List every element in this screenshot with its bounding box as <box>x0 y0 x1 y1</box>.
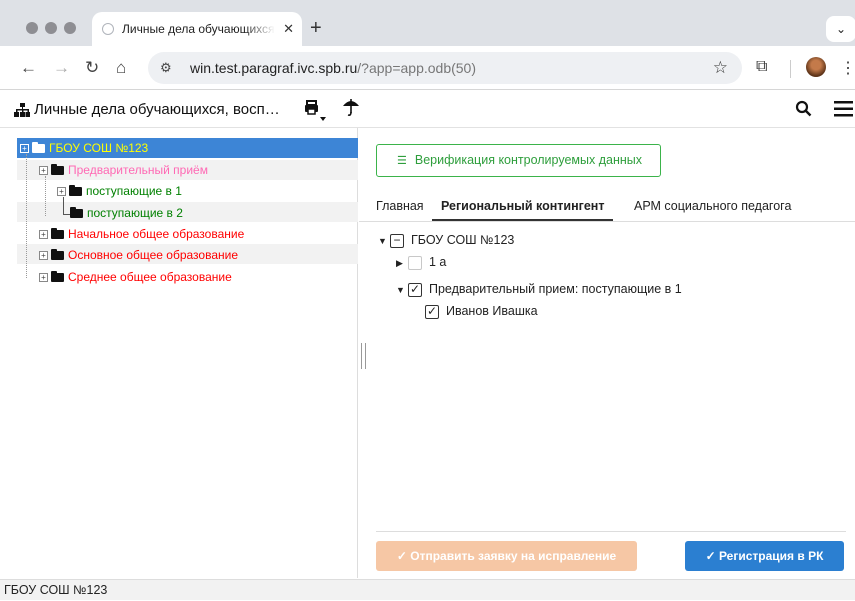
umbrella-icon[interactable] <box>342 98 360 118</box>
folder-icon <box>51 228 64 240</box>
caret-right-icon[interactable]: ▶ <box>396 253 408 273</box>
expand-icon[interactable]: + <box>57 187 66 197</box>
node-label: Предварительный прием: поступающие в 1 <box>429 282 682 296</box>
checked-checkbox[interactable]: ✓ <box>425 304 439 319</box>
profile-avatar[interactable] <box>806 57 826 77</box>
address-bar[interactable]: ⚙ win.test.paragraf.ivc.spb.ru/?app=app.… <box>148 52 742 84</box>
folder-icon <box>69 185 82 197</box>
tab-regional-contingent[interactable]: Региональный контингент <box>432 199 614 221</box>
register-in-rk-button[interactable]: ✓ Регистрация в РК <box>685 541 844 571</box>
tree-item-basic[interactable]: + Основное общее образование <box>39 245 238 265</box>
status-bar: ГБОУ СОШ №123 <box>0 579 855 600</box>
url-text: win.test.paragraf.ivc.spb.ru/?app=app.od… <box>190 60 477 76</box>
content-panel: ☰ Верификация контролируемых данных Главн… <box>359 128 855 578</box>
checked-checkbox[interactable]: ✓ <box>408 282 422 297</box>
bookmark-star-icon[interactable]: ☆ <box>713 58 728 78</box>
caret-down-icon[interactable]: ▼ <box>378 231 390 251</box>
send-correction-request-button[interactable]: ✓ Отправить заявку на исправление <box>376 541 637 571</box>
tree-item-entrants-2[interactable]: поступающие в 2 <box>70 203 183 223</box>
expand-icon[interactable]: + <box>20 144 29 154</box>
node-label: Иванов Ивашка <box>446 304 538 318</box>
folder-icon <box>70 207 83 219</box>
divider <box>376 531 846 532</box>
close-tab-icon[interactable]: ✕ <box>283 21 294 37</box>
folder-icon <box>51 249 64 261</box>
print-icon[interactable] <box>304 100 328 124</box>
expand-icon[interactable]: + <box>39 273 48 283</box>
tree-item-pre-admission[interactable]: + Предварительный приём <box>39 160 208 180</box>
tree-item-label: Предварительный приём <box>68 163 208 177</box>
browser-chrome: Личные дела обучающихся, в ✕ + ⌄ ← → ↻ ⌂… <box>0 0 855 90</box>
globe-icon <box>102 23 114 35</box>
tab-search-button[interactable]: ⌄ <box>826 16 855 42</box>
tree-item-label: ГБОУ СОШ №123 <box>49 141 149 155</box>
expand-icon[interactable]: + <box>39 230 48 240</box>
expand-icon[interactable]: + <box>39 251 48 261</box>
browser-tab[interactable]: Личные дела обучающихся, в ✕ <box>92 12 302 46</box>
empty-checkbox[interactable] <box>408 255 422 270</box>
org-tree-panel: + ГБОУ СОШ №123 + Предварительный приём + п… <box>0 128 358 578</box>
browser-toolbar: ← → ↻ ⌂ ⚙ win.test.paragraf.ivc.spb.ru/?… <box>0 46 855 90</box>
browser-menu-icon[interactable]: ⋮ <box>840 58 855 78</box>
tab-main[interactable]: Главная <box>376 199 424 213</box>
close-window-button[interactable] <box>26 22 38 34</box>
expand-icon[interactable]: + <box>39 166 48 176</box>
tab-social-pedagogue[interactable]: АРМ социального педагога <box>634 199 791 213</box>
home-icon[interactable]: ⌂ <box>116 58 126 78</box>
site-settings-icon[interactable]: ⚙ <box>160 60 180 76</box>
folder-icon <box>51 164 64 176</box>
tree-item-school[interactable]: + ГБОУ СОШ №123 <box>20 138 148 158</box>
partial-checkbox[interactable]: − <box>390 233 404 248</box>
node-label: 1 а <box>429 255 447 269</box>
extensions-icon[interactable]: ⧉ <box>756 58 767 76</box>
tree-item-entrants-1[interactable]: + поступающие в 1 <box>57 181 182 201</box>
tree-line <box>45 176 46 216</box>
pre-admission-group-node[interactable]: ▼ ✓ Предварительный прием: поступающие в 1 <box>396 279 682 299</box>
verify-data-label: Верификация контролируемых данных <box>414 153 642 167</box>
tree-item-label: поступающие в 1 <box>86 184 182 198</box>
tree-item-label: Основное общее образование <box>68 248 239 262</box>
contingent-root-node[interactable]: ▼ − ГБОУ СОШ №123 <box>378 230 514 250</box>
class-node[interactable]: ▶ 1 а <box>396 252 446 272</box>
student-node[interactable]: ✓ Иванов Ивашка <box>425 301 538 321</box>
zoom-window-button[interactable] <box>64 22 76 34</box>
back-icon[interactable]: ← <box>20 58 37 78</box>
caret-down-icon[interactable]: ▼ <box>396 280 408 300</box>
tree-item-primary[interactable]: + Начальное общее образование <box>39 224 244 244</box>
tree-item-label: поступающие в 2 <box>87 206 183 220</box>
app-title: Личные дела обучающихся, восп… <box>34 101 280 118</box>
new-tab-button[interactable]: + <box>310 18 322 38</box>
tab-title: Личные дела обучающихся, в <box>122 22 276 36</box>
tree-line <box>26 154 27 278</box>
toolbar-divider <box>790 60 791 78</box>
hamburger-menu-icon[interactable] <box>834 101 853 117</box>
folder-icon <box>51 271 64 283</box>
sitemap-icon <box>14 103 30 117</box>
checklist-icon: ☰ <box>397 155 407 167</box>
content-tabs: Главная Региональный контингент АРМ соци… <box>359 194 855 222</box>
reload-icon[interactable]: ↻ <box>85 58 99 78</box>
node-label: ГБОУ СОШ №123 <box>411 233 515 247</box>
forward-icon[interactable]: → <box>53 58 70 78</box>
app-header: Личные дела обучающихся, восп… <box>0 90 855 128</box>
tree-item-label: Среднее общее образование <box>68 270 232 284</box>
minimize-window-button[interactable] <box>45 22 57 34</box>
folder-icon <box>32 142 45 154</box>
tab-strip: Личные дела обучающихся, в ✕ + ⌄ <box>0 0 855 46</box>
tree-item-label: Начальное общее образование <box>68 227 245 241</box>
verify-data-button[interactable]: ☰ Верификация контролируемых данных <box>376 144 661 177</box>
tree-item-secondary[interactable]: + Среднее общее образование <box>39 267 232 287</box>
tree-row-stripe <box>17 202 358 222</box>
search-icon[interactable] <box>795 100 812 117</box>
